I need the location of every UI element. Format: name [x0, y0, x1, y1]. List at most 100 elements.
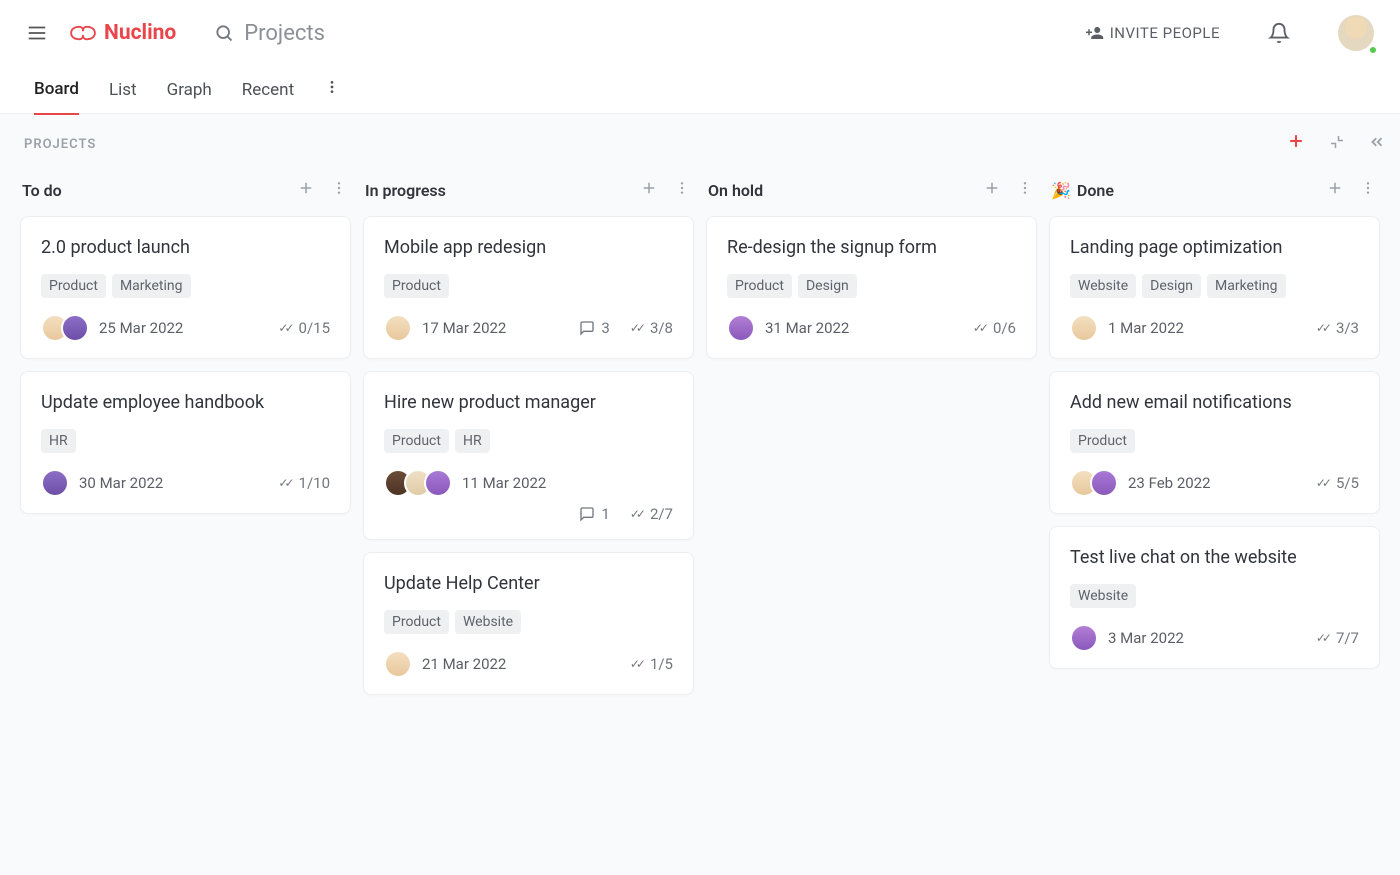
check-icon: ✓✓: [278, 321, 290, 335]
card-tags: Website: [1070, 584, 1359, 608]
card-tags: ProductHR: [384, 429, 673, 453]
avatar-stack: [1070, 624, 1098, 652]
card-date: 3 Mar 2022: [1108, 629, 1184, 647]
hide-panel-button[interactable]: [1368, 133, 1386, 155]
add-card-button[interactable]: [983, 179, 1001, 202]
tag: Website: [1070, 274, 1136, 298]
card-tags: ProductDesign: [727, 274, 1016, 298]
card[interactable]: Mobile app redesign Product 17 Mar 2022 …: [363, 216, 694, 359]
tag: Marketing: [112, 274, 191, 298]
plus-icon: [1286, 131, 1306, 151]
card-title: Test live chat on the website: [1070, 547, 1359, 568]
check-icon: ✓✓: [1316, 476, 1328, 490]
checklist-progress: ✓✓ 1/5: [630, 655, 673, 673]
card-footer-row2: 1 ✓✓ 2/7: [384, 505, 673, 523]
card-tags: HR: [41, 429, 330, 453]
card[interactable]: 2.0 product launch ProductMarketing 25 M…: [20, 216, 351, 359]
checklist-progress: ✓✓ 5/5: [1316, 474, 1359, 492]
collapse-button[interactable]: [1328, 133, 1346, 155]
card-footer: 1 Mar 2022 ✓✓ 3/3: [1070, 314, 1359, 342]
avatar-icon: [1070, 314, 1098, 342]
card[interactable]: Landing page optimization WebsiteDesignM…: [1049, 216, 1380, 359]
avatar-stack: [41, 469, 69, 497]
column-emoji-icon: 🎉: [1051, 181, 1071, 200]
tab-board[interactable]: Board: [34, 65, 79, 115]
menu-button[interactable]: [24, 20, 50, 46]
tag: HR: [41, 429, 76, 453]
add-card-button[interactable]: [297, 179, 315, 202]
card[interactable]: Update Help Center ProductWebsite 21 Mar…: [363, 552, 694, 695]
more-vert-icon: [1017, 180, 1033, 196]
add-card-button[interactable]: [640, 179, 658, 202]
card-title: Landing page optimization: [1070, 237, 1359, 258]
tab-label: Board: [34, 79, 79, 99]
tab-list[interactable]: List: [109, 66, 137, 114]
card-footer-left: 31 Mar 2022: [727, 314, 849, 342]
cards-list: Mobile app redesign Product 17 Mar 2022 …: [363, 216, 694, 695]
cards-list: Landing page optimization WebsiteDesignM…: [1049, 216, 1380, 669]
card-footer-left: 30 Mar 2022: [41, 469, 163, 497]
view-tabs: Board List Graph Recent: [0, 66, 1400, 114]
column-todo: To do 2.0 product launch ProductMarketin…: [20, 174, 351, 514]
card[interactable]: Add new email notifications Product 23 F…: [1049, 371, 1380, 514]
card-footer-right: ✓✓ 1/10: [278, 474, 330, 492]
menu-icon: [26, 22, 48, 44]
check-icon: ✓✓: [278, 476, 290, 490]
card-date: 23 Feb 2022: [1128, 474, 1211, 492]
tag: Product: [41, 274, 106, 298]
invite-button[interactable]: INVITE PEOPLE: [1086, 24, 1220, 42]
card-footer: 23 Feb 2022 ✓✓ 5/5: [1070, 469, 1359, 497]
card-tags: Product: [1070, 429, 1359, 453]
collapse-icon: [1328, 133, 1346, 151]
card[interactable]: Test live chat on the website Website 3 …: [1049, 526, 1380, 669]
tag: Product: [384, 610, 449, 634]
avatar-icon: [424, 469, 452, 497]
column-title: 🎉 Done: [1051, 181, 1114, 200]
column-title: In progress: [365, 181, 446, 200]
tab-label: Recent: [242, 80, 294, 100]
tab-graph[interactable]: Graph: [167, 66, 212, 114]
more-vert-icon: [1360, 180, 1376, 196]
card-footer-right: 3 ✓✓ 3/8: [579, 319, 673, 337]
card-date: 1 Mar 2022: [1108, 319, 1184, 337]
check-icon: ✓✓: [973, 321, 985, 335]
notifications-button[interactable]: [1266, 20, 1292, 46]
avatar-icon: [1070, 624, 1098, 652]
card-footer-right: ✓✓ 5/5: [1316, 474, 1359, 492]
add-card-button[interactable]: [1326, 179, 1344, 202]
card[interactable]: Update employee handbook HR 30 Mar 2022 …: [20, 371, 351, 514]
card-footer: 3 Mar 2022 ✓✓ 7/7: [1070, 624, 1359, 652]
tag: HR: [455, 429, 490, 453]
card-title: Mobile app redesign: [384, 237, 673, 258]
column-more-button[interactable]: [1017, 180, 1033, 201]
comment-icon: [579, 320, 595, 336]
column-more-button[interactable]: [674, 180, 690, 201]
status-online-icon: [1368, 45, 1378, 55]
avatar-stack: [41, 314, 89, 342]
card-footer: 30 Mar 2022 ✓✓ 1/10: [41, 469, 330, 497]
profile-avatar[interactable]: [1336, 13, 1376, 53]
logo[interactable]: Nuclino: [68, 21, 176, 45]
check-icon: ✓✓: [630, 507, 642, 521]
avatar-stack: [727, 314, 755, 342]
card[interactable]: Hire new product manager ProductHR 11 Ma…: [363, 371, 694, 540]
search-icon: [214, 23, 234, 43]
search[interactable]: Projects: [214, 21, 325, 46]
card[interactable]: Re-design the signup form ProductDesign …: [706, 216, 1037, 359]
check-icon: ✓✓: [1316, 321, 1328, 335]
search-placeholder: Projects: [244, 21, 325, 46]
tag: Design: [1142, 274, 1201, 298]
add-column-button[interactable]: [1286, 131, 1306, 157]
column-more-button[interactable]: [331, 180, 347, 201]
check-icon: ✓✓: [630, 657, 642, 671]
tab-more-button[interactable]: [324, 79, 340, 100]
avatar-stack: [1070, 469, 1118, 497]
card-date: 30 Mar 2022: [79, 474, 163, 492]
card-title: Re-design the signup form: [727, 237, 1016, 258]
tab-recent[interactable]: Recent: [242, 66, 294, 114]
column-more-button[interactable]: [1360, 180, 1376, 201]
bell-icon: [1268, 22, 1290, 44]
topbar: Nuclino Projects INVITE PEOPLE: [0, 0, 1400, 66]
card-footer: 31 Mar 2022 ✓✓ 0/6: [727, 314, 1016, 342]
board: PROJECTS To do 2.0 pr: [0, 114, 1400, 875]
